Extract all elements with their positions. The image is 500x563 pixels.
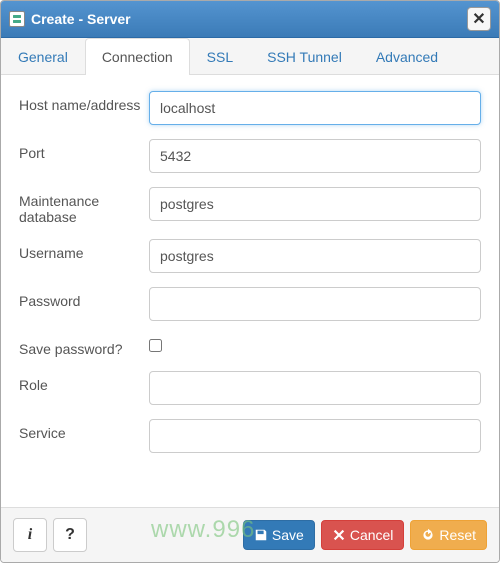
cancel-button[interactable]: Cancel [321,520,405,550]
label-service: Service [19,419,149,441]
save-button-label: Save [272,527,304,543]
form-body: Host name/address Port Maintenance datab… [1,75,499,507]
label-port: Port [19,139,149,161]
save-icon [254,528,268,542]
server-icon [9,11,25,27]
service-input[interactable] [149,419,481,453]
role-input[interactable] [149,371,481,405]
row-port: Port [19,139,481,173]
info-icon: i [28,526,32,544]
label-password: Password [19,287,149,309]
row-password: Password [19,287,481,321]
help-button[interactable]: ? [53,518,87,552]
close-button[interactable]: ✕ [467,7,491,31]
create-server-dialog: Create - Server ✕ General Connection SSL… [0,0,500,563]
tab-bar: General Connection SSL SSH Tunnel Advanc… [1,38,499,75]
label-host: Host name/address [19,91,149,113]
reset-button[interactable]: Reset [410,520,487,550]
label-role: Role [19,371,149,393]
label-username: Username [19,239,149,261]
save-password-checkbox[interactable] [149,339,162,352]
save-button[interactable]: Save [243,520,315,550]
maintenance-db-input[interactable] [149,187,481,221]
tab-ssh-tunnel[interactable]: SSH Tunnel [250,38,359,75]
tab-ssl[interactable]: SSL [190,38,250,75]
cancel-button-label: Cancel [350,527,394,543]
titlebar: Create - Server ✕ [1,1,499,38]
tab-connection[interactable]: Connection [85,38,190,75]
dialog-footer: www.996 i ? Save Cancel Reset [1,507,499,562]
row-username: Username [19,239,481,273]
info-button[interactable]: i [13,518,47,552]
reset-icon [421,528,435,542]
label-maintenance-db: Maintenance database [19,187,149,225]
help-icon: ? [65,526,75,544]
dialog-title: Create - Server [31,11,467,27]
row-host: Host name/address [19,91,481,125]
row-maintenance-db: Maintenance database [19,187,481,225]
username-input[interactable] [149,239,481,273]
row-role: Role [19,371,481,405]
watermark-text: www.996 [151,516,255,544]
close-icon: ✕ [472,9,485,29]
tab-advanced[interactable]: Advanced [359,38,455,75]
password-input[interactable] [149,287,481,321]
row-service: Service [19,419,481,453]
row-save-password: Save password? [19,335,481,357]
cancel-icon [332,528,346,542]
label-save-password: Save password? [19,335,149,357]
host-input[interactable] [149,91,481,125]
port-input[interactable] [149,139,481,173]
reset-button-label: Reset [439,527,476,543]
tab-general[interactable]: General [1,38,85,75]
